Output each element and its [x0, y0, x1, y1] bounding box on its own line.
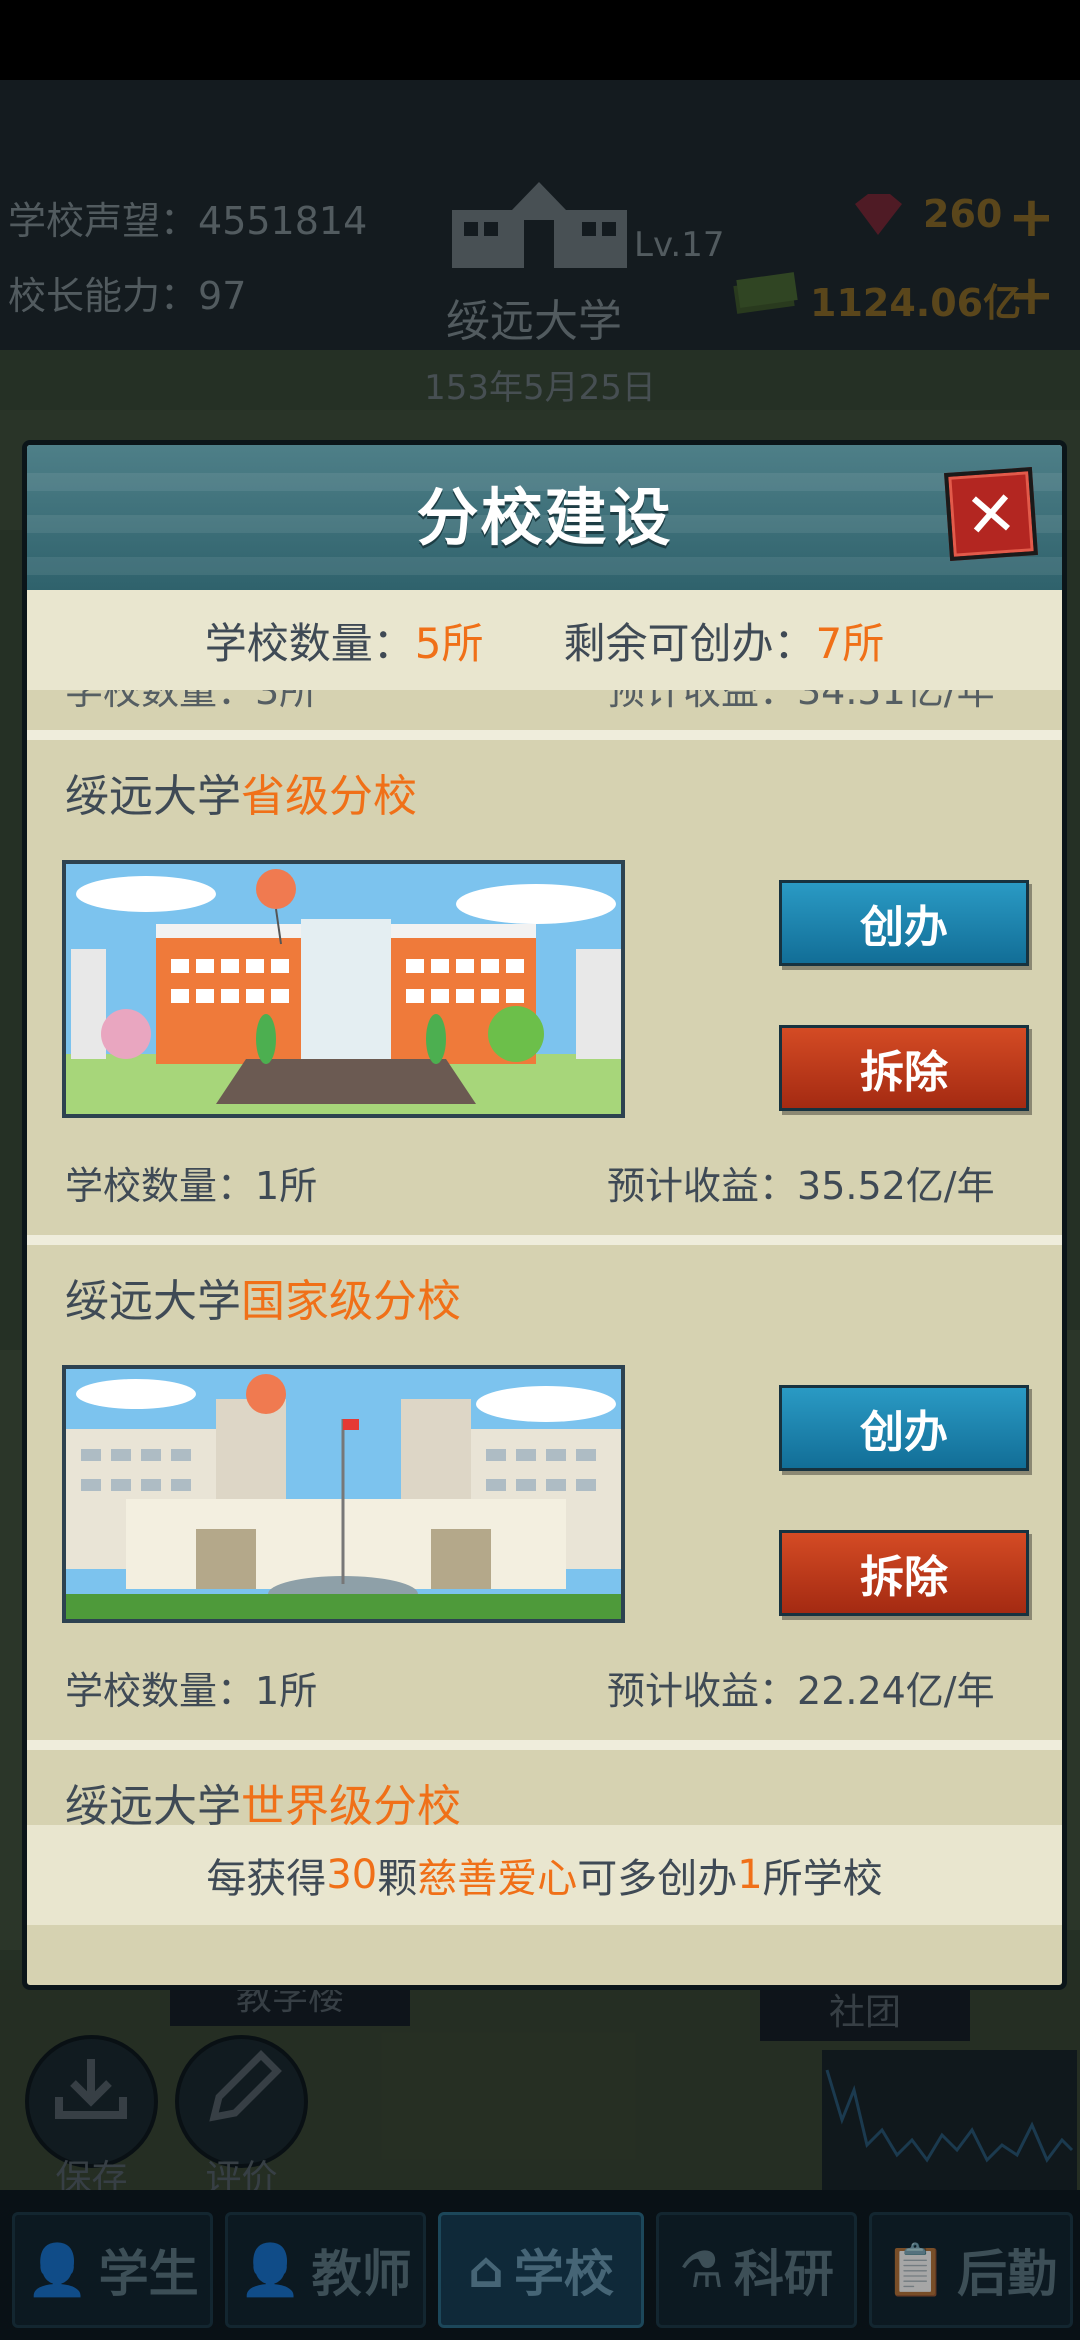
card-title-level: 省级分校	[241, 771, 417, 822]
national-branch-image	[62, 1365, 625, 1623]
found-button[interactable]: 创办	[779, 880, 1029, 966]
list-item-partial: 学校数量：3所 预计收益：34.51亿/年	[27, 690, 1062, 720]
school-count-label: 学校数量：	[204, 618, 415, 668]
school-count-value: 5所	[414, 618, 484, 668]
hint-text: 每获得	[206, 1856, 327, 1902]
hint-text: 可多创办	[577, 1856, 738, 1902]
branch-income-value: 22.24亿/年	[797, 1669, 995, 1713]
branch-income: 预计收益：22.24亿/年	[607, 1660, 995, 1715]
remaining-value: 7所	[815, 618, 885, 668]
close-icon: ✕	[962, 475, 1020, 553]
branch-count-value: 1所	[255, 1164, 318, 1208]
remaining-count: 剩余可创办：7所	[564, 610, 885, 671]
divider	[27, 1235, 1062, 1245]
dialog-title: 分校建设	[416, 481, 673, 554]
demolish-button[interactable]: 拆除	[779, 1025, 1029, 1111]
demolish-button[interactable]: 拆除	[779, 1530, 1029, 1616]
status-bar	[0, 0, 1080, 80]
card-title-level: 国家级分校	[241, 1276, 461, 1327]
branch-count-value: 1所	[255, 1669, 318, 1713]
found-button[interactable]: 创办	[779, 1385, 1029, 1471]
school-count: 学校数量：5所	[205, 610, 484, 671]
hint-text: 颗	[377, 1856, 418, 1902]
branch-count-label: 学校数量：	[65, 1164, 256, 1208]
card-title-prefix: 绥远大学	[65, 771, 241, 822]
card-title-prefix: 绥远大学	[65, 1781, 241, 1825]
divider	[27, 730, 1062, 740]
dialog-footer-hint: 每获得 30 颗慈善爱心 可多创办 1 所学校	[27, 1825, 1062, 1925]
partial-income: 预计收益：34.51亿/年	[607, 690, 995, 713]
branch-income: 预计收益：35.52亿/年	[607, 1155, 995, 1210]
card-title: 绥远大学国家级分校	[65, 1265, 461, 1329]
branch-income-label: 预计收益：	[607, 1164, 798, 1208]
partial-count: 学校数量：3所	[65, 690, 318, 713]
card-title: 绥远大学省级分校	[65, 760, 417, 824]
branch-income-label: 预计收益：	[607, 1669, 798, 1713]
close-button[interactable]: ✕	[944, 467, 1038, 561]
hint-text: 所学校	[762, 1856, 883, 1902]
branch-count: 学校数量：1所	[65, 1155, 317, 1210]
list-item-world-branch: 绥远大学世界级分校	[27, 1750, 1062, 1825]
branch-count: 学校数量：1所	[65, 1660, 317, 1715]
branch-construction-dialog: 分校建设 ✕ 学校数量：5所 剩余可创办：7所 学校数量：3所 预计收益：34.…	[22, 440, 1067, 1990]
branch-summary: 学校数量：5所 剩余可创办：7所	[27, 590, 1062, 690]
card-title: 绥远大学世界级分校	[65, 1770, 461, 1825]
card-title-level: 世界级分校	[241, 1781, 461, 1825]
list-item-provincial-branch: 绥远大学省级分校 创办 拆除 学校数量：1所 预计收益：35.52亿/年	[27, 740, 1062, 1235]
hint-number: 30	[326, 1852, 378, 1898]
list-item-national-branch: 绥远大学国家级分校 创办 拆除 学校数量：1所 预计收益：22.24亿/年	[27, 1245, 1062, 1740]
branch-income-value: 35.52亿/年	[797, 1164, 995, 1208]
hint-highlight: 慈善爱心	[417, 1856, 578, 1902]
remaining-label: 剩余可创办：	[563, 618, 816, 668]
branch-list[interactable]: 学校数量：3所 预计收益：34.51亿/年 绥远大学省级分校 创办 拆除 学校数…	[27, 690, 1062, 1825]
provincial-branch-image	[62, 860, 625, 1118]
branch-count-label: 学校数量：	[65, 1669, 256, 1713]
divider	[27, 1740, 1062, 1750]
hint-number: 1	[737, 1852, 763, 1898]
card-title-prefix: 绥远大学	[65, 1276, 241, 1327]
